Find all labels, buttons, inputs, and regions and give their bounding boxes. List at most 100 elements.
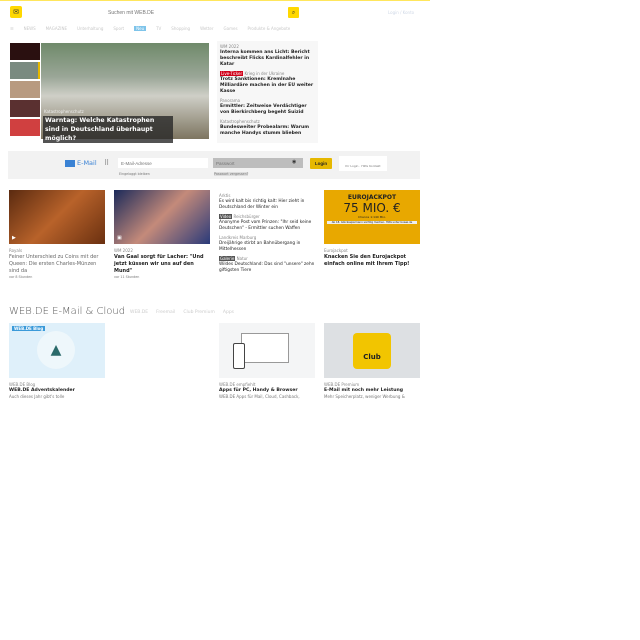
login-button[interactable]: Login (310, 158, 332, 169)
section-link[interactable]: Apps (223, 310, 234, 315)
kicker: WM 2022 (220, 44, 239, 49)
email-input[interactable] (118, 158, 208, 168)
list-item[interactable]: Landkreis Marburg Dreijährige stirbt an B… (219, 235, 315, 253)
jackpot-disclaimer: Ab 18. Glücksspiel kann süchtig machen. … (327, 221, 417, 224)
search-button[interactable]: ⌕ (288, 7, 299, 18)
social-login[interactable]: Ihr Login · Hilfe Kontakt (339, 156, 387, 171)
timestamp: vor 11 Stunden (114, 275, 140, 279)
teaser-text: WEB.DE Apps für Mail, Cloud, Cashback, (219, 394, 300, 399)
hero-kicker: Katastrophenschutz (44, 109, 84, 114)
teaser-image[interactable]: ▶ (9, 190, 105, 244)
club-logo: Club (353, 333, 391, 369)
mail-icon (65, 159, 75, 167)
list-item[interactable]: Galerie Natur Wildes Deutschland: Das sin… (219, 256, 315, 274)
promo-card[interactable]: Club WEB.DE Premium E-Mail mit noch mehr… (324, 323, 420, 399)
kicker: WM 2022 (114, 248, 133, 253)
news-list: Arktis Es wird kalt bis richtig kalt: Hie… (219, 193, 315, 274)
hero-teaser[interactable]: Katastrophenschutz Warntag: Welche Katas… (41, 43, 209, 143)
nav-badge[interactable]: Neu (134, 26, 147, 31)
nav-item[interactable]: TV (156, 26, 161, 31)
thumbnail[interactable] (10, 100, 40, 117)
email-text: E-Mail (77, 159, 97, 167)
nav-item[interactable]: Wetter (200, 26, 213, 31)
headline[interactable]: Es wird kalt bis richtig kalt: Hier zieh… (219, 199, 315, 211)
hero-title[interactable]: Warntag: Welche Katastrophen sind in Deu… (43, 116, 173, 143)
nav-item[interactable]: Games (224, 26, 238, 31)
nav-item[interactable]: Sport (113, 26, 124, 31)
headline[interactable]: Wildes Deutschland: Das sind "unsere" ze… (219, 262, 315, 274)
kicker: Landkreis Marburg (219, 235, 257, 240)
headline[interactable]: Knacken Sie den Eurojackpot einfach onli… (324, 254, 420, 268)
password-input[interactable] (213, 158, 303, 168)
teaser-card[interactable]: ▶ Royals Feiner Unterschied zu Coins mit… (9, 190, 105, 279)
hero-thumbnails (10, 43, 40, 138)
search-icon: ⌕ (291, 9, 296, 16)
headline[interactable]: Van Gaal sorgt für Lacher: "Und jetzt kü… (114, 254, 210, 275)
kicker: Katastrophenschutz (220, 119, 260, 124)
show-password-icon[interactable]: ◉ (292, 159, 296, 165)
news-item[interactable]: Live-Ticker Krieg in der Ukraine Trotz Sa… (220, 71, 315, 95)
menu-icon[interactable]: ☰ (10, 26, 14, 31)
kicker: Royals (9, 248, 23, 253)
list-item[interactable]: Arktis Es wird kalt bis richtig kalt: Hie… (219, 193, 315, 211)
kicker: Natur (236, 256, 248, 261)
forgot-password-link[interactable]: Passwort vergessen? (214, 172, 249, 176)
kicker: Panorama (220, 98, 241, 103)
kicker: Arktis (219, 193, 231, 198)
timestamp: vor 8 Stunden (9, 275, 33, 279)
thumbnail[interactable] (10, 62, 40, 79)
list-item[interactable]: Video Reichsbürger Anonyme Post vom Prinz… (219, 214, 315, 232)
headline[interactable]: Trotz Sanktionen: Kremlnahe Milliardäre … (220, 77, 315, 95)
section-link[interactable]: Freemail (156, 310, 175, 315)
news-item[interactable]: Panorama Ermittler: Zeitweise Verdächtige… (220, 98, 315, 116)
video-badge: Video (219, 214, 233, 219)
jackpot-odds: Chance 1:140 Mio. (358, 215, 386, 219)
nav-item[interactable]: Unterhaltung (77, 26, 103, 31)
jackpot-banner[interactable]: EUROJACKPOT 75 MIO. € Chance 1:140 Mio. … (324, 190, 420, 244)
apps-image[interactable] (219, 323, 315, 378)
thumbnail[interactable] (10, 81, 40, 98)
kicker: WEB.DE Premium (324, 382, 360, 387)
section-title: WEB.DE E-Mail & Cloud (9, 306, 126, 317)
headline[interactable]: Interna kommen ans Licht: Bericht beschr… (220, 50, 315, 68)
news-item[interactable]: WM 2022 Interna kommen ans Licht: Bericht… (220, 44, 315, 68)
apps-grid-icon[interactable]: ⠿ (104, 159, 109, 167)
jackpot-amount: 75 MIO. € (343, 201, 401, 215)
jackpot-ad[interactable]: EUROJACKPOT 75 MIO. € Chance 1:140 Mio. … (324, 190, 420, 268)
email-label[interactable]: E-Mail (65, 159, 97, 167)
headline[interactable]: Ermittler: Zeitweise Verdächtiger von Bi… (220, 104, 315, 116)
advent-image[interactable]: WEB.DE Blog ▲ (9, 323, 105, 378)
phone-icon (233, 343, 245, 369)
headline[interactable]: Anonyme Post vom Prinzen: "Ihr seid kein… (219, 220, 315, 232)
page: ✉ ⌕ Login / Konto ☰ NEWS MAGAZINE Unterh… (0, 0, 430, 407)
nav-item[interactable]: NEWS (24, 26, 36, 31)
news-item[interactable]: Katastrophenschutz Bundesweiter Probealar… (220, 119, 315, 137)
nav-item[interactable]: MAGAZINE (46, 26, 67, 31)
thumbnail[interactable] (10, 43, 40, 60)
search-input[interactable] (104, 7, 288, 18)
promo-card[interactable]: WEB.DE Blog ▲ WEB.DE Blog WEB.DE Adventsk… (9, 323, 105, 399)
section-link[interactable]: WEB.DE (130, 310, 148, 315)
headline[interactable]: Feiner Unterschied zu Coins mit der Quee… (9, 254, 105, 275)
headline[interactable]: Dreijährige stirbt an Bahnübergang in Mi… (219, 241, 315, 253)
kicker: WEB.DE Blog (9, 382, 36, 387)
thumbnail[interactable] (10, 119, 40, 136)
kicker: Krieg in der Ukraine (244, 71, 285, 76)
webde-logo[interactable]: ✉ (10, 6, 22, 18)
news-sidebar: WM 2022 Interna kommen ans Licht: Bericht… (217, 41, 318, 143)
headline[interactable]: Bundesweiter Probealarm: Warum manche Ha… (220, 125, 315, 137)
kicker: WEB.DE empfiehlt (219, 382, 256, 387)
section-link[interactable]: Club Premium (183, 310, 215, 315)
teaser-image[interactable]: ▣ (114, 190, 210, 244)
teaser-card[interactable]: ▣ WM 2022 Van Gaal sorgt für Lacher: "Un… (114, 190, 210, 279)
nav-item[interactable]: Produkte & Angebote (248, 26, 291, 31)
tree-icon: ▲ (37, 331, 75, 369)
kicker: Eurojackpot (324, 248, 348, 253)
club-image[interactable]: Club (324, 323, 420, 378)
teaser-text: Auch dieses Jahr gibt's tolle (9, 394, 65, 399)
nav-item[interactable]: Shopping (171, 26, 190, 31)
stay-logged-in[interactable]: Eingeloggt bleiben (119, 172, 150, 176)
top-login-link[interactable]: Login / Konto (388, 10, 414, 15)
promo-card[interactable]: WEB.DE empfiehlt Apps für PC, Handy & Br… (219, 323, 315, 399)
live-badge: Live-Ticker (220, 71, 244, 76)
